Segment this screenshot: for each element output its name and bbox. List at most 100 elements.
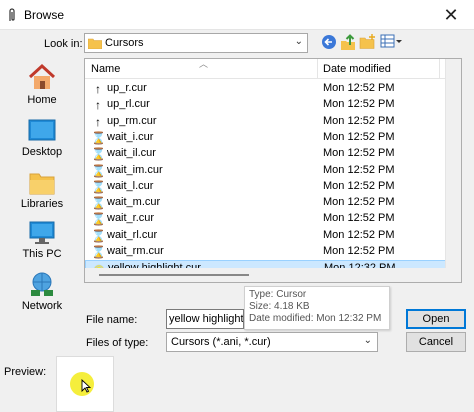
busy-cursor-icon: ⌛: [91, 196, 106, 211]
file-row[interactable]: ⌛wait_rl.curMon 12:52 PMCu: [85, 228, 459, 244]
file-name: wait_i.cur: [107, 130, 154, 143]
file-name-label: File name:: [86, 314, 138, 326]
cursor-arrow-icon: [81, 379, 91, 393]
file-name: up_rl.cur: [107, 98, 150, 111]
file-date: Mon 12:52 PM: [323, 245, 395, 257]
file-name: up_rm.cur: [107, 114, 157, 127]
open-button[interactable]: Open: [406, 309, 466, 329]
file-name: wait_il.cur: [107, 147, 156, 160]
file-date: Mon 12:52 PM: [323, 179, 395, 192]
look-in-dropdown[interactable]: Cursors ⌄: [84, 33, 308, 53]
file-name: wait_r.cur: [107, 212, 155, 225]
column-divider[interactable]: [317, 59, 318, 79]
file-name: wait_rm.cur: [107, 245, 164, 257]
chevron-down-icon: ⌄: [363, 335, 372, 346]
libraries-icon: [29, 173, 55, 195]
file-name: wait_m.cur: [107, 196, 161, 209]
file-row[interactable]: ↑up_r.curMon 12:52 PMCu: [85, 81, 459, 97]
view-menu-button[interactable]: [380, 33, 402, 53]
place-label: Home: [27, 94, 57, 106]
file-date: Mon 12:52 PM: [323, 114, 395, 127]
places-bar: Home Desktop Libraries This PC Network: [6, 58, 78, 348]
file-name: up_r.cur: [107, 82, 147, 94]
close-icon: ✕: [443, 5, 459, 25]
file-row[interactable]: ⌛wait_i.curMon 12:52 PMCu: [85, 130, 459, 146]
busy-cursor-icon: ⌛: [91, 228, 106, 243]
tooltip-size: Size: 4.18 KB: [249, 301, 310, 312]
home-icon: [28, 63, 56, 89]
place-label: Libraries: [20, 198, 64, 210]
busy-cursor-icon: ⌛: [91, 147, 106, 162]
list-header: ︿ Name Date modified Type: [85, 59, 461, 79]
column-name[interactable]: Name: [91, 63, 120, 75]
up-folder-button[interactable]: [340, 33, 356, 53]
busy-cursor-icon: ⌛: [91, 163, 106, 178]
file-row[interactable]: ⌛wait_il.curMon 12:52 PMCu: [85, 146, 459, 162]
file-date: Mon 12:52 PM: [323, 130, 395, 143]
sort-ascending-icon: ︿: [199, 59, 209, 69]
file-type-dropdown[interactable]: Cursors (*.ani, *.cur) ⌄: [166, 332, 378, 352]
file-row[interactable]: ⌛wait_m.curMon 12:52 PMCu: [85, 195, 459, 211]
new-folder-icon: [359, 34, 375, 49]
file-row[interactable]: ⌛wait_rm.curMon 12:52 PMCu: [85, 244, 459, 260]
back-button[interactable]: [320, 33, 338, 53]
file-date: Mon 12:52 PM: [323, 147, 395, 160]
scrollbar-thumb[interactable]: [99, 274, 249, 276]
file-date: Mon 12:52 PM: [323, 82, 395, 94]
place-network[interactable]: Network: [6, 270, 78, 312]
busy-cursor-icon: ⌛: [91, 130, 106, 145]
file-row[interactable]: ↑up_rm.curMon 12:52 PMCu: [85, 114, 459, 130]
preview-label: Preview:: [4, 366, 47, 378]
file-row[interactable]: ⌛wait_l.curMon 12:52 PMCu: [85, 179, 459, 195]
file-name: wait_rl.cur: [107, 228, 158, 241]
window-title: Browse: [24, 8, 65, 22]
view-menu-icon: [380, 34, 402, 48]
cursor-preview: [56, 356, 114, 412]
back-arrow-icon: [322, 35, 336, 49]
cancel-button[interactable]: Cancel: [406, 332, 466, 352]
up-arrow-cursor-icon: ↑: [95, 82, 101, 96]
desktop-icon: [28, 119, 56, 141]
place-label: This PC: [22, 248, 62, 260]
file-row[interactable]: ⌛wait_r.curMon 12:52 PMCu: [85, 211, 459, 227]
file-date: Mon 12:52 PM: [323, 212, 395, 225]
file-date: Mon 12:52 PM: [323, 98, 395, 111]
place-libraries[interactable]: Libraries: [6, 170, 78, 210]
up-arrow-cursor-icon: ↑: [95, 98, 101, 113]
file-date: Mon 12:52 PM: [323, 228, 395, 241]
look-in-label: Look in:: [44, 38, 83, 50]
busy-cursor-icon: ⌛: [91, 179, 106, 194]
close-button[interactable]: ✕: [428, 0, 474, 30]
file-list[interactable]: ︿ Name Date modified Type ↑ up_r.cur Mon 1…: [84, 58, 462, 283]
place-label: Network: [21, 300, 63, 312]
file-name-input[interactable]: yellow highlight.cur: [166, 309, 244, 329]
chevron-down-icon: ⌄: [294, 36, 303, 47]
busy-cursor-icon: ⌛: [91, 212, 106, 227]
new-folder-button[interactable]: [359, 33, 377, 53]
up-folder-icon: [341, 34, 355, 50]
folder-icon: [88, 38, 102, 49]
place-home[interactable]: Home: [6, 62, 78, 106]
place-label: Desktop: [21, 146, 63, 158]
horizontal-scrollbar[interactable]: [85, 268, 461, 282]
file-name: wait_l.cur: [107, 179, 154, 192]
place-this-pc[interactable]: This PC: [6, 220, 78, 260]
file-type-value: Cursors (*.ani, *.cur): [171, 336, 271, 348]
this-pc-icon: [29, 221, 55, 244]
file-tooltip: Type: Cursor Size: 4.18 KB Date modified…: [244, 286, 390, 330]
up-arrow-cursor-icon: ↑: [95, 114, 101, 129]
file-type-label: Files of type:: [86, 337, 149, 349]
paperclip-icon: [9, 8, 15, 21]
file-date: Mon 12:52 PM: [323, 196, 395, 209]
busy-cursor-icon: ⌛: [91, 245, 106, 259]
file-row[interactable]: ⌛wait_im.curMon 12:52 PMCu: [85, 163, 459, 179]
tooltip-date: Date modified: Mon 12:32 PM: [249, 313, 382, 324]
file-row[interactable]: ↑up_rl.curMon 12:52 PMCu: [85, 97, 459, 113]
column-date[interactable]: Date modified: [323, 63, 391, 75]
tooltip-type: Type: Cursor: [249, 289, 307, 300]
column-divider[interactable]: [439, 59, 440, 79]
place-desktop[interactable]: Desktop: [6, 118, 78, 158]
file-date: Mon 12:52 PM: [323, 163, 395, 176]
vertical-scrollbar[interactable]: [445, 59, 461, 282]
network-icon: [31, 272, 53, 296]
